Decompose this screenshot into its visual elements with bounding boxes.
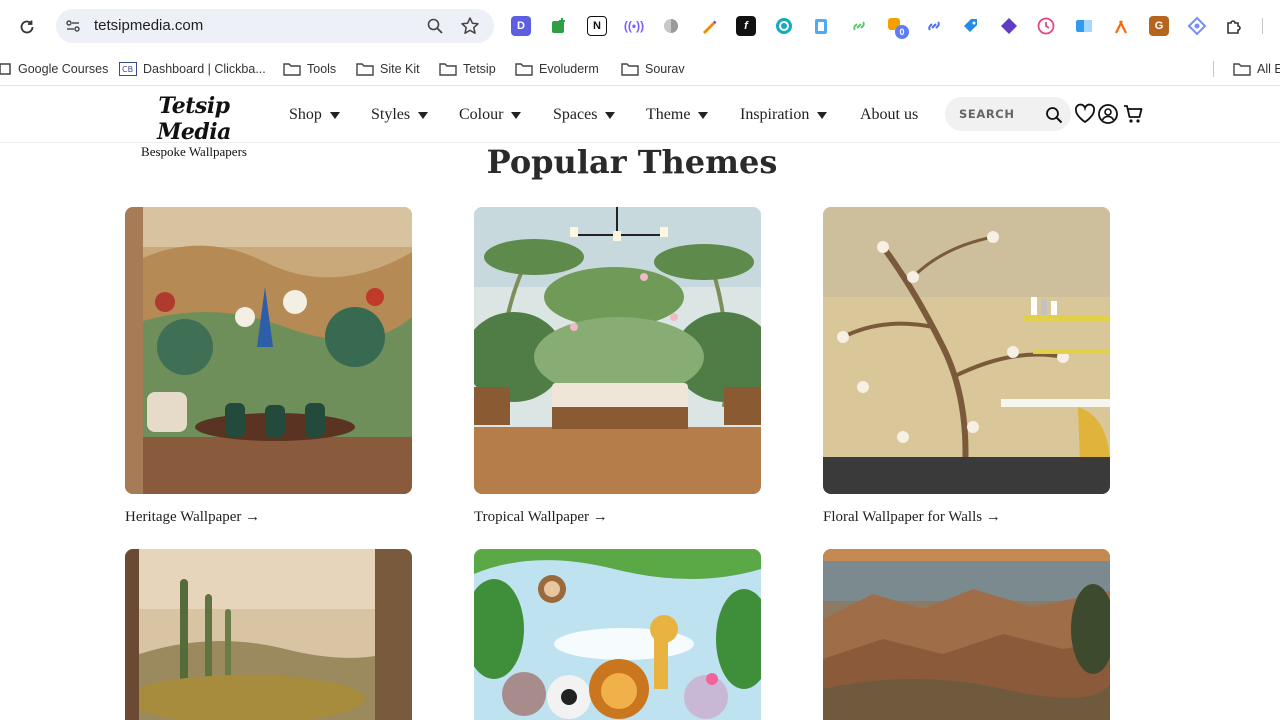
heritage-wallpaper-link[interactable]: Heritage Wallpaper →	[125, 509, 260, 526]
all-bookmarks[interactable]: All E	[1233, 57, 1280, 81]
site-info-icon[interactable]	[64, 17, 82, 35]
bookmark-label: Tools	[307, 62, 337, 76]
nav-theme[interactable]: Theme	[646, 105, 709, 125]
caret-down-icon	[605, 111, 616, 119]
reload-icon[interactable]	[14, 14, 40, 40]
nav-label: Styles	[371, 106, 411, 123]
bookmark-tetsip[interactable]: Tetsip	[439, 57, 496, 81]
kids-jungle-wallpaper-image[interactable]	[474, 549, 761, 720]
folder-icon	[1233, 63, 1251, 76]
caret-down-icon	[817, 111, 828, 119]
extension-badge-count: 0	[895, 25, 909, 39]
nav-styles[interactable]: Styles	[371, 105, 429, 125]
fx-icon[interactable]: f	[736, 16, 756, 36]
caret-down-icon	[698, 111, 709, 119]
bookmark-label: Tetsip	[463, 62, 496, 76]
extension-grey-icon[interactable]	[661, 16, 681, 36]
caret-down-icon	[511, 111, 522, 119]
bookmark-tools[interactable]: Tools	[283, 57, 336, 81]
extension-badge-icon[interactable]: 0	[886, 16, 909, 39]
all-bookmarks-label: All E	[1257, 62, 1280, 76]
svg-text:CB: CB	[122, 65, 133, 74]
bookmark-label: Site Kit	[380, 62, 420, 76]
address-bar[interactable]: tetsipmedia.com	[56, 9, 494, 43]
broadcast-icon[interactable]: ((•))	[624, 16, 644, 36]
nav-about-us[interactable]: About us	[860, 105, 918, 125]
folder-icon	[439, 63, 457, 76]
nav-label: About us	[860, 106, 919, 123]
bookmark-evoluderm[interactable]: Evoluderm	[515, 57, 599, 81]
search-input[interactable]: SEARCH	[959, 107, 1015, 121]
floral-wallpaper-image[interactable]	[823, 207, 1110, 494]
link-blue-icon[interactable]	[924, 16, 944, 36]
tag-icon[interactable]	[961, 16, 981, 36]
diamond-icon[interactable]	[999, 16, 1019, 36]
bookmark-label: Evoluderm	[539, 62, 599, 76]
landscape-wallpaper-image[interactable]	[125, 549, 412, 720]
nav-label: Shop	[289, 106, 322, 123]
translate-icon[interactable]	[1074, 16, 1094, 36]
bookmark-star-icon[interactable]	[460, 16, 480, 36]
search-icon[interactable]	[1045, 106, 1063, 124]
folder-icon	[621, 63, 639, 76]
floral-wallpaper-link[interactable]: Floral Wallpaper for Walls →	[823, 509, 1001, 526]
browser-toolbar: tetsipmedia.com D N ((•)) f 0 G	[0, 0, 1280, 52]
scissors-icon[interactable]	[1111, 16, 1131, 36]
nav-label: Spaces	[553, 106, 598, 123]
extension-purple-icon[interactable]	[1187, 16, 1207, 36]
bookmark-label: Sourav	[645, 62, 685, 76]
nav-label: Inspiration	[740, 106, 810, 123]
cart-icon[interactable]	[1122, 103, 1144, 125]
bookmark-label: Dashboard | Clickba...	[143, 62, 266, 76]
bookmark-label: Google Courses	[18, 62, 109, 76]
bookmark-site-kit[interactable]: Site Kit	[356, 57, 420, 81]
bookmark-sourav[interactable]: Sourav	[621, 57, 685, 81]
bookmarks-bar: Google Courses CB Dashboard | Clickba...…	[0, 52, 1280, 86]
logo-name: Tetsip Media	[157, 93, 231, 145]
extension-d-icon[interactable]: D	[511, 16, 531, 36]
notion-icon[interactable]: N	[587, 16, 607, 36]
link-green-icon[interactable]	[849, 16, 869, 36]
nav-label: Theme	[646, 106, 691, 123]
mountain-wallpaper-image[interactable]	[823, 549, 1110, 720]
bookmark-dashboard[interactable]: CB Dashboard | Clickba...	[119, 57, 266, 81]
nav-spaces[interactable]: Spaces	[553, 105, 616, 125]
extension-add-icon[interactable]	[549, 16, 569, 36]
wishlist-heart-icon[interactable]	[1074, 103, 1096, 125]
nav-label: Colour	[459, 106, 504, 123]
caret-down-icon	[329, 111, 340, 119]
extension-g-icon[interactable]: G	[1149, 16, 1169, 36]
nav-shop[interactable]: Shop	[289, 105, 340, 125]
heritage-wallpaper-image[interactable]	[125, 207, 412, 494]
tropical-wallpaper-link[interactable]: Tropical Wallpaper →	[474, 509, 608, 526]
toolbar-divider	[1262, 18, 1263, 34]
site-search[interactable]: SEARCH	[945, 97, 1071, 131]
nav-colour[interactable]: Colour	[459, 105, 522, 125]
tropical-wallpaper-image[interactable]	[474, 207, 761, 494]
zoom-icon[interactable]	[426, 17, 444, 35]
nav-inspiration[interactable]: Inspiration	[740, 105, 828, 125]
grammar-icon[interactable]	[774, 16, 794, 36]
folder-icon	[283, 63, 301, 76]
site-header: Tetsip Media Bespoke Wallpapers Shop Sty…	[0, 86, 1280, 159]
clickbank-favicon-icon: CB	[119, 62, 137, 76]
document-icon[interactable]	[811, 16, 831, 36]
caret-down-icon	[418, 111, 429, 119]
url-text[interactable]: tetsipmedia.com	[94, 17, 203, 34]
clock-icon[interactable]	[1036, 16, 1056, 36]
pen-icon[interactable]	[699, 16, 719, 36]
account-user-icon[interactable]	[1097, 103, 1119, 125]
extensions-puzzle-icon[interactable]	[1224, 16, 1244, 36]
folder-icon	[515, 63, 533, 76]
section-title: Popular Themes	[486, 143, 778, 181]
folder-icon	[356, 63, 374, 76]
bookmarks-divider	[1213, 61, 1214, 77]
bookmark-google-courses[interactable]: Google Courses	[0, 57, 108, 81]
